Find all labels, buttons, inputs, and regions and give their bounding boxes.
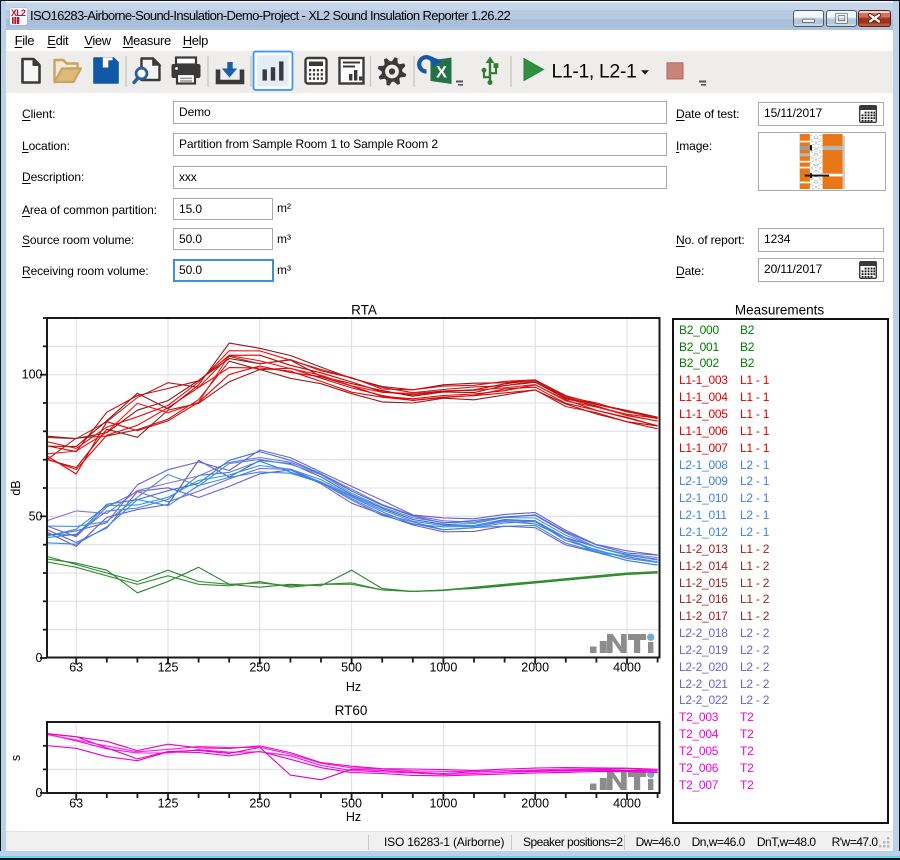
svg-text:RTA: RTA xyxy=(351,303,377,318)
svg-text:Hz: Hz xyxy=(346,680,361,694)
svg-text:2000: 2000 xyxy=(521,661,549,675)
svg-text:1000: 1000 xyxy=(429,797,457,811)
svg-text:63: 63 xyxy=(69,661,83,675)
svg-text:s: s xyxy=(9,755,23,761)
svg-text:1000: 1000 xyxy=(429,661,457,675)
svg-text:2000: 2000 xyxy=(521,797,549,811)
svg-text:4000: 4000 xyxy=(613,661,641,675)
svg-text:dB: dB xyxy=(9,480,23,495)
svg-text:Hz: Hz xyxy=(346,810,361,824)
svg-text:250: 250 xyxy=(249,797,270,811)
svg-text:0: 0 xyxy=(36,651,43,665)
svg-text:100: 100 xyxy=(22,368,43,382)
svg-text:50: 50 xyxy=(29,509,43,523)
svg-text:63: 63 xyxy=(69,797,83,811)
svg-text:500: 500 xyxy=(341,661,362,675)
svg-text:0: 0 xyxy=(36,786,43,800)
svg-text:RT60: RT60 xyxy=(335,703,368,718)
svg-text:125: 125 xyxy=(158,797,179,811)
svg-text:125: 125 xyxy=(158,661,179,675)
svg-text:250: 250 xyxy=(249,661,270,675)
svg-text:500: 500 xyxy=(341,797,362,811)
svg-text:Measurements: Measurements xyxy=(735,303,825,318)
svg-text:4000: 4000 xyxy=(613,797,641,811)
